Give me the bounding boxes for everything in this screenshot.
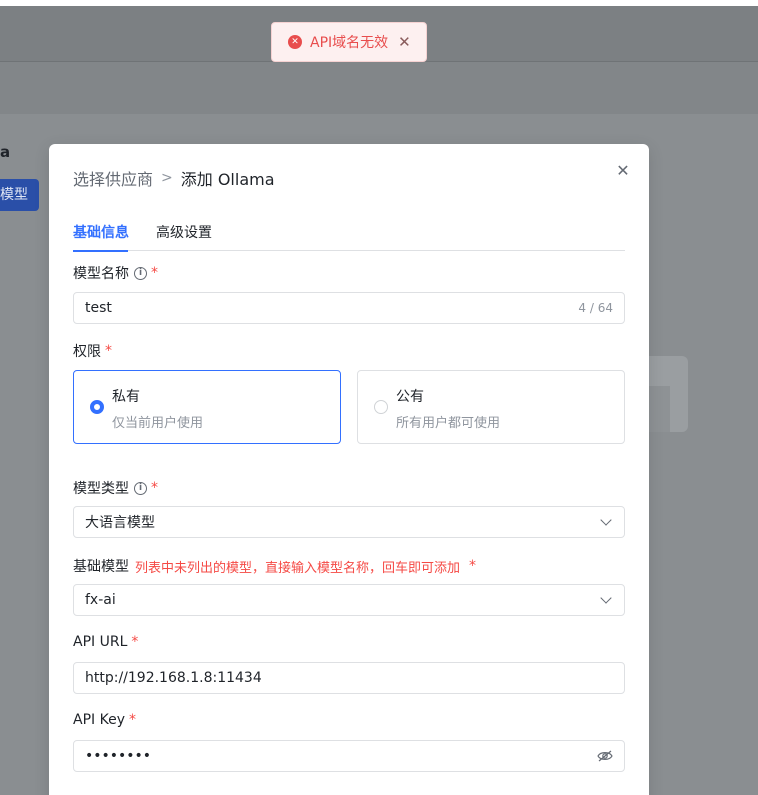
info-icon[interactable]: i	[134, 481, 147, 495]
breadcrumb-separator: >	[161, 170, 173, 186]
api-key-value: ••••••••	[85, 748, 152, 764]
api-url-input[interactable]: http://192.168.1.8:11434	[73, 662, 625, 694]
api-key-label-text: API Key	[73, 712, 125, 728]
info-icon[interactable]: i	[134, 266, 147, 280]
breadcrumb-select-provider[interactable]: 选择供应商	[73, 166, 153, 190]
model-type-label-text: 模型类型	[73, 481, 129, 497]
permission-public-title: 公有	[396, 389, 424, 405]
api-key-label: API Key *	[73, 712, 136, 728]
add-model-dialog: 选择供应商 > 添加 Ollama ✕ 基础信息 高级设置 模型名称 i * t…	[49, 144, 649, 795]
dialog-tabs: 基础信息 高级设置	[73, 222, 625, 252]
radio-checked-icon[interactable]	[90, 400, 104, 414]
background-card-detail	[648, 386, 670, 432]
radio-unchecked-icon[interactable]	[374, 400, 388, 414]
permission-option-private[interactable]: 私有 仅当前用户使用	[73, 370, 341, 444]
required-mark: *	[469, 558, 477, 574]
permission-private-description: 仅当前用户使用	[112, 416, 204, 431]
api-key-input[interactable]: ••••••••	[73, 740, 625, 772]
model-name-input[interactable]: test 4 / 64	[73, 292, 625, 324]
permission-option-public[interactable]: 公有 所有用户都可使用	[357, 370, 625, 444]
breadcrumb-current: 添加 Ollama	[180, 170, 275, 189]
chevron-down-icon	[600, 514, 612, 526]
eye-hidden-icon[interactable]	[597, 750, 613, 762]
api-url-label-text: API URL	[73, 634, 128, 650]
chevron-down-icon	[600, 592, 612, 604]
permission-label: 权限 *	[73, 341, 112, 361]
required-mark: *	[131, 634, 139, 650]
base-model-select[interactable]: fx-ai	[73, 584, 625, 616]
app-subheader	[0, 62, 758, 114]
tab-basic-info[interactable]: 基础信息	[73, 222, 129, 252]
api-url-value: http://192.168.1.8:11434	[85, 670, 262, 686]
error-circle-icon: ✕	[288, 35, 302, 49]
model-type-select[interactable]: 大语言模型	[73, 506, 625, 538]
close-icon[interactable]: ✕	[615, 163, 631, 179]
breadcrumb: 选择供应商 > 添加 Ollama	[73, 166, 275, 190]
toast-message: API域名无效	[310, 35, 389, 51]
required-mark: *	[151, 480, 158, 496]
api-url-label: API URL *	[73, 634, 138, 650]
model-name-value: test	[85, 300, 112, 316]
close-icon[interactable]: ✕	[398, 33, 411, 51]
model-type-label: 模型类型 i *	[73, 478, 158, 498]
required-mark: *	[128, 712, 136, 728]
background-add-model-button: 模型	[0, 179, 39, 211]
char-counter: 4 / 64	[578, 301, 613, 315]
base-model-label: 基础模型 列表中未列出的模型，直接输入模型名称，回车即可添加 *	[73, 556, 476, 576]
base-model-hint: 列表中未列出的模型，直接输入模型名称，回车即可添加	[135, 560, 461, 576]
background-page-title: a	[0, 143, 11, 161]
model-type-value: 大语言模型	[85, 515, 155, 531]
permission-public-description: 所有用户都可使用	[396, 416, 501, 431]
required-mark: *	[105, 343, 112, 359]
required-mark: *	[151, 265, 158, 281]
error-toast: ✕ API域名无效 ✕	[271, 22, 427, 62]
base-model-label-text: 基础模型	[73, 559, 129, 575]
base-model-value: fx-ai	[85, 592, 116, 608]
permission-private-title: 私有	[112, 389, 140, 405]
tab-advanced-settings[interactable]: 高级设置	[156, 222, 212, 251]
model-name-label-text: 模型名称	[73, 266, 129, 282]
permission-label-text: 权限	[73, 344, 101, 360]
model-name-label: 模型名称 i *	[73, 263, 158, 283]
